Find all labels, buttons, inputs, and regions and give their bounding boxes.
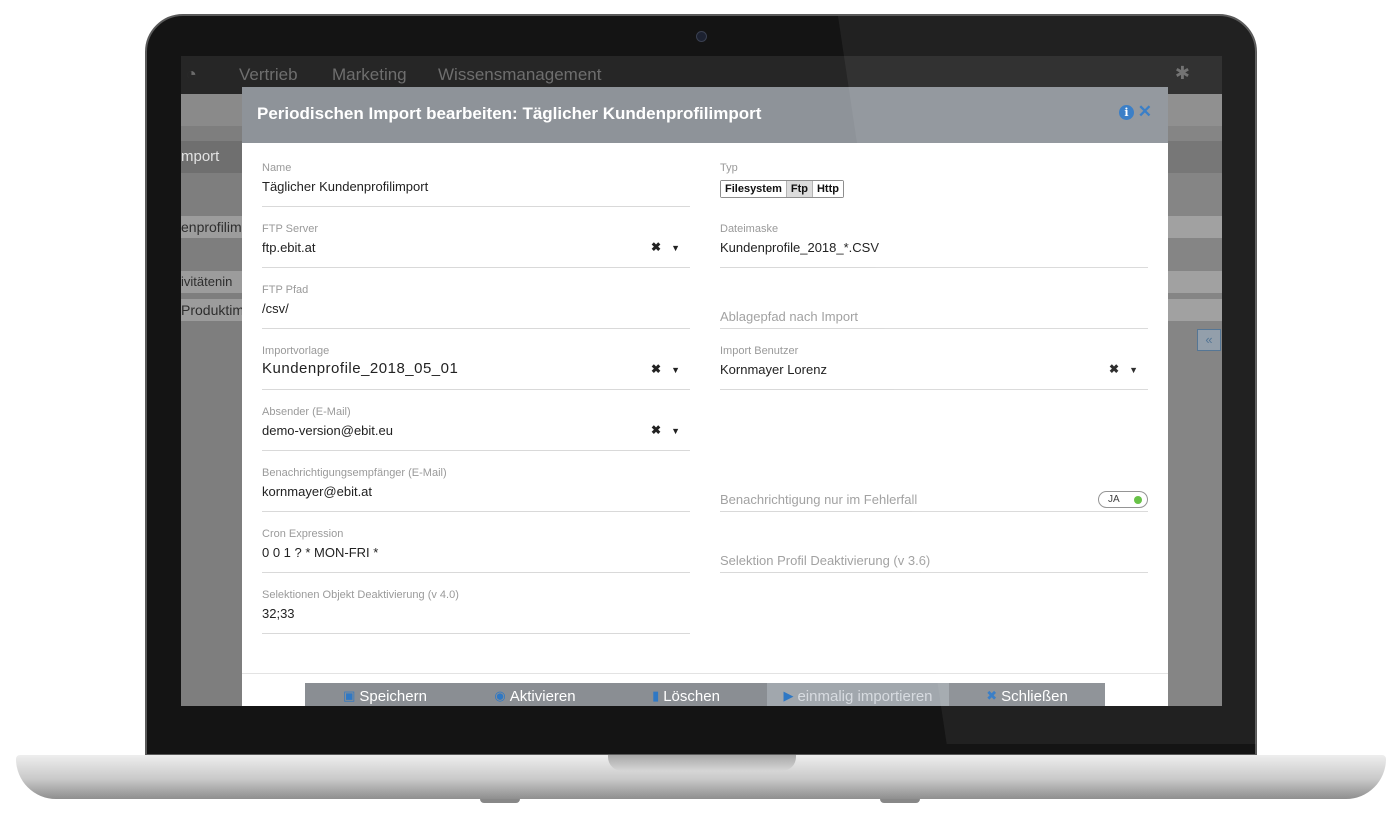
cron-expression-field[interactable]: Cron Expression 0 0 1 ? * MON-FRI * xyxy=(262,528,690,573)
recipient-email-input[interactable]: kornmayer@ebit.at xyxy=(262,484,372,499)
clear-icon[interactable]: ✖ xyxy=(651,362,661,376)
nav-item-marketing[interactable]: Marketing xyxy=(332,65,407,85)
collapse-panel-button[interactable]: « xyxy=(1197,329,1221,351)
laptop-notch xyxy=(608,755,796,771)
laptop-foot xyxy=(880,799,920,803)
info-icon[interactable]: i xyxy=(1119,105,1134,120)
object-deactivation-field[interactable]: Selektionen Objekt Deaktivierung (v 4.0)… xyxy=(262,589,690,634)
clear-select-control[interactable]: ✖ ▼ xyxy=(651,240,680,254)
import-template-select[interactable]: Kundenprofile_2018_05_01 xyxy=(262,360,458,377)
background-row-label: enprofilim xyxy=(181,219,242,235)
field-label: Selektionen Objekt Deaktivierung (v 4.0) xyxy=(262,589,459,601)
screen: ◔ Vertrieb Marketing Wissensmanagement ✱… xyxy=(181,56,1222,706)
file-mask-input[interactable]: Kundenprofile_2018_*.CSV xyxy=(720,240,879,255)
field-label: Benachrichtigungsempfänger (E-Mail) xyxy=(262,467,447,479)
profile-deactivation-field[interactable]: Selektion Profil Deaktivierung (v 3.6) xyxy=(720,528,1148,573)
close-icon: ✖ xyxy=(986,688,998,703)
trash-icon: ▮ xyxy=(652,688,660,703)
chevron-down-icon[interactable]: ▼ xyxy=(1129,365,1138,375)
save-button[interactable]: ▣ Speichern xyxy=(305,683,465,706)
recipient-email-field[interactable]: Benachrichtigungsempfänger (E-Mail) korn… xyxy=(262,467,690,512)
field-label: Import Benutzer xyxy=(720,345,799,357)
camera-icon xyxy=(696,31,707,42)
eye-icon: ◉ xyxy=(494,688,506,703)
background-tab-label: mport xyxy=(181,148,220,165)
notify-on-error-field: Benachrichtigung nur im Fehlerfall JA xyxy=(720,467,1148,512)
play-icon: ▶ xyxy=(783,688,794,703)
toggle-label: JA xyxy=(1108,494,1120,505)
notify-on-error-label: Benachrichtigung nur im Fehlerfall xyxy=(720,492,918,507)
field-label: Typ xyxy=(720,162,738,174)
archive-path-field[interactable]: Ablagepfad nach Import xyxy=(720,284,1148,329)
edit-import-dialog: Periodischen Import bearbeiten: Tägliche… xyxy=(242,87,1168,706)
type-option-ftp[interactable]: Ftp xyxy=(786,181,813,197)
close-icon[interactable]: ✕ xyxy=(1138,102,1152,122)
field-label: Name xyxy=(262,162,292,174)
clear-icon[interactable]: ✖ xyxy=(651,423,661,437)
footer-divider xyxy=(242,673,1168,674)
clear-select-control[interactable]: ✖ ▼ xyxy=(651,362,680,376)
dialog-header: Periodischen Import bearbeiten: Tägliche… xyxy=(242,87,1168,143)
activate-button-label: Aktivieren xyxy=(509,688,576,705)
sender-email-select[interactable]: demo-version@ebit.eu xyxy=(262,423,393,438)
chevron-down-icon[interactable]: ▼ xyxy=(671,426,680,436)
close-button-label: Schließen xyxy=(1001,688,1068,705)
ftp-path-field[interactable]: FTP Pfad /csv/ xyxy=(262,284,690,329)
type-field: Typ Filesystem Ftp Http xyxy=(720,162,1148,207)
field-label: Cron Expression xyxy=(262,528,344,540)
type-option-http[interactable]: Http xyxy=(812,181,843,197)
save-button-label: Speichern xyxy=(359,688,427,705)
chevron-down-icon[interactable]: ▼ xyxy=(671,365,680,375)
dialog-footer: ▣ Speichern ◉ Aktivieren ▮ Löschen ▶ einmali… xyxy=(305,683,1105,706)
import-template-field[interactable]: Importvorlage Kundenprofile_2018_05_01 ✖… xyxy=(262,345,690,390)
type-segmented-control[interactable]: Filesystem Ftp Http xyxy=(720,180,844,198)
background-row-label: Produktim xyxy=(181,302,245,318)
name-field[interactable]: Name Täglicher Kundenprofilimport xyxy=(262,162,690,207)
import-once-button[interactable]: ▶ einmalig importieren xyxy=(767,683,949,706)
field-label: Dateimaske xyxy=(720,223,779,235)
clear-select-control[interactable]: ✖ ▼ xyxy=(1109,362,1138,376)
gear-icon[interactable]: ✱ xyxy=(1175,63,1190,84)
clear-select-control[interactable]: ✖ ▼ xyxy=(651,423,680,437)
cron-expression-input[interactable]: 0 0 1 ? * MON-FRI * xyxy=(262,545,378,560)
ftp-server-field[interactable]: FTP Server ftp.ebit.at ✖ ▼ xyxy=(262,223,690,268)
nav-item-wissensmanagement[interactable]: Wissensmanagement xyxy=(438,65,601,85)
clear-icon[interactable]: ✖ xyxy=(1109,362,1119,376)
clear-icon[interactable]: ✖ xyxy=(651,240,661,254)
profile-deactivation-input[interactable]: Selektion Profil Deaktivierung (v 3.6) xyxy=(720,553,930,568)
archive-path-input[interactable]: Ablagepfad nach Import xyxy=(720,309,858,324)
delete-button-label: Löschen xyxy=(663,688,720,705)
sender-email-field[interactable]: Absender (E-Mail) demo-version@ebit.eu ✖… xyxy=(262,406,690,451)
laptop-foot xyxy=(480,799,520,803)
field-label: FTP Server xyxy=(262,223,319,235)
activate-button[interactable]: ◉ Aktivieren xyxy=(465,683,605,706)
file-mask-field[interactable]: Dateimaske Kundenprofile_2018_*.CSV xyxy=(720,223,1148,268)
nav-item-vertrieb[interactable]: Vertrieb xyxy=(239,65,298,85)
chevron-down-icon[interactable]: ▼ xyxy=(671,243,680,253)
field-label: Importvorlage xyxy=(262,345,330,357)
import-once-button-label: einmalig importieren xyxy=(797,688,933,705)
dialog-title: Periodischen Import bearbeiten: Tägliche… xyxy=(257,104,762,123)
background-row-label: ivitätenin xyxy=(181,274,233,289)
close-button[interactable]: ✖ Schließen xyxy=(949,683,1105,706)
import-user-field[interactable]: Import Benutzer Kornmayer Lorenz ✖ ▼ xyxy=(720,345,1148,390)
delete-button[interactable]: ▮ Löschen xyxy=(605,683,767,706)
object-deactivation-input[interactable]: 32;33 xyxy=(262,606,295,621)
import-user-select[interactable]: Kornmayer Lorenz xyxy=(720,362,827,377)
floppy-disk-icon: ▣ xyxy=(343,688,356,703)
toggle-indicator xyxy=(1134,495,1142,504)
type-option-filesystem[interactable]: Filesystem xyxy=(721,181,787,197)
name-input[interactable]: Täglicher Kundenprofilimport xyxy=(262,179,428,194)
ftp-server-select[interactable]: ftp.ebit.at xyxy=(262,240,315,255)
field-label: Absender (E-Mail) xyxy=(262,406,351,418)
notify-on-error-toggle[interactable]: JA xyxy=(1098,491,1148,508)
field-label: FTP Pfad xyxy=(262,284,309,296)
ftp-path-input[interactable]: /csv/ xyxy=(262,301,289,316)
dashboard-icon[interactable]: ◔ xyxy=(186,64,197,85)
